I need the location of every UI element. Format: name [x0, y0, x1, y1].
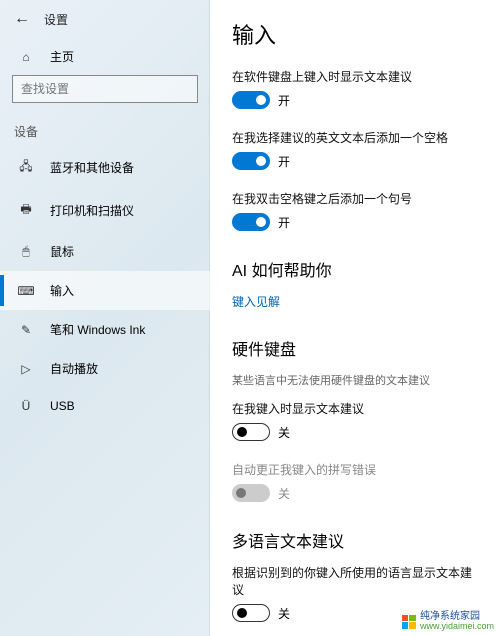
sidebar-item-icon: ✎ [18, 323, 34, 337]
sidebar-item-label: 笔和 Windows Ink [50, 321, 145, 338]
multilang-0-label: 根据识别到的你键入所使用的语言显示文本建议 [232, 564, 480, 598]
typing-1-toggle[interactable] [232, 152, 270, 170]
sidebar-item-label: 输入 [50, 282, 74, 299]
sidebar-item-label: 鼠标 [50, 243, 74, 260]
sidebar-item-label: 自动播放 [50, 360, 98, 377]
sidebar-item-icon: ▷ [18, 362, 34, 376]
sidebar-item-icon: ⌨ [18, 284, 34, 298]
hardware-0-label: 在我键入时显示文本建议 [232, 400, 480, 417]
sidebar-item-2[interactable]: 🖱 鼠标 [0, 232, 210, 271]
typing-0-toggle[interactable] [232, 91, 270, 109]
sidebar-item-label: 蓝牙和其他设备 [50, 159, 134, 176]
hardware-0-state: 关 [278, 424, 290, 441]
sidebar-home[interactable]: ⌂ 主页 [0, 38, 210, 75]
watermark: 纯净系统家园 www.yidaimei.com [402, 611, 494, 632]
watermark-url: www.yidaimei.com [420, 622, 494, 632]
typing-0-label: 在软件键盘上键入时显示文本建议 [232, 68, 480, 85]
window-title: 设置 [44, 11, 68, 28]
typing-2-label: 在我双击空格键之后添加一个句号 [232, 190, 480, 207]
hardware-0-toggle[interactable] [232, 423, 270, 441]
typing-0-state: 开 [278, 92, 290, 109]
sidebar-item-4[interactable]: ✎ 笔和 Windows Ink [0, 310, 210, 349]
sidebar-section-label: 设备 [0, 109, 210, 146]
sidebar-item-6[interactable]: Ü USB [0, 388, 210, 424]
sidebar-item-3[interactable]: ⌨ 输入 [0, 271, 210, 310]
hardware-1-state: 关 [278, 485, 290, 502]
page-title: 输入 [232, 18, 480, 50]
hardware-note: 某些语言中无法使用硬件键盘的文本建议 [232, 372, 480, 388]
sidebar-item-icon: Ü [18, 399, 34, 413]
sidebar-item-icon: 🖧 [18, 157, 34, 178]
home-icon: ⌂ [18, 50, 34, 64]
section-hardware-heading: 硬件键盘 [232, 336, 480, 360]
sidebar-item-icon: 🖱 [18, 244, 34, 259]
sidebar-item-label: USB [50, 399, 75, 413]
typing-2-state: 开 [278, 214, 290, 231]
sidebar-item-label: 打印机和扫描仪 [50, 202, 134, 219]
sidebar-item-icon: 🖶 [18, 200, 34, 221]
hardware-1-toggle [232, 484, 270, 502]
watermark-logo-icon [402, 615, 416, 629]
multilang-0-toggle[interactable] [232, 604, 270, 622]
typing-1-state: 开 [278, 153, 290, 170]
typing-2-toggle[interactable] [232, 213, 270, 231]
back-button[interactable]: ← [14, 10, 30, 28]
typing-insights-link[interactable]: 键入见解 [232, 293, 280, 310]
section-multilang-heading: 多语言文本建议 [232, 528, 480, 552]
sidebar-home-label: 主页 [50, 48, 74, 65]
search-input[interactable] [12, 75, 198, 103]
sidebar-item-0[interactable]: 🖧 蓝牙和其他设备 [0, 146, 210, 189]
typing-1-label: 在我选择建议的英文文本后添加一个空格 [232, 129, 480, 146]
hardware-1-label: 自动更正我键入的拼写错误 [232, 461, 480, 478]
section-ai-heading: AI 如何帮助你 [232, 257, 480, 281]
sidebar-item-5[interactable]: ▷ 自动播放 [0, 349, 210, 388]
multilang-0-state: 关 [278, 605, 290, 622]
sidebar-item-1[interactable]: 🖶 打印机和扫描仪 [0, 189, 210, 232]
